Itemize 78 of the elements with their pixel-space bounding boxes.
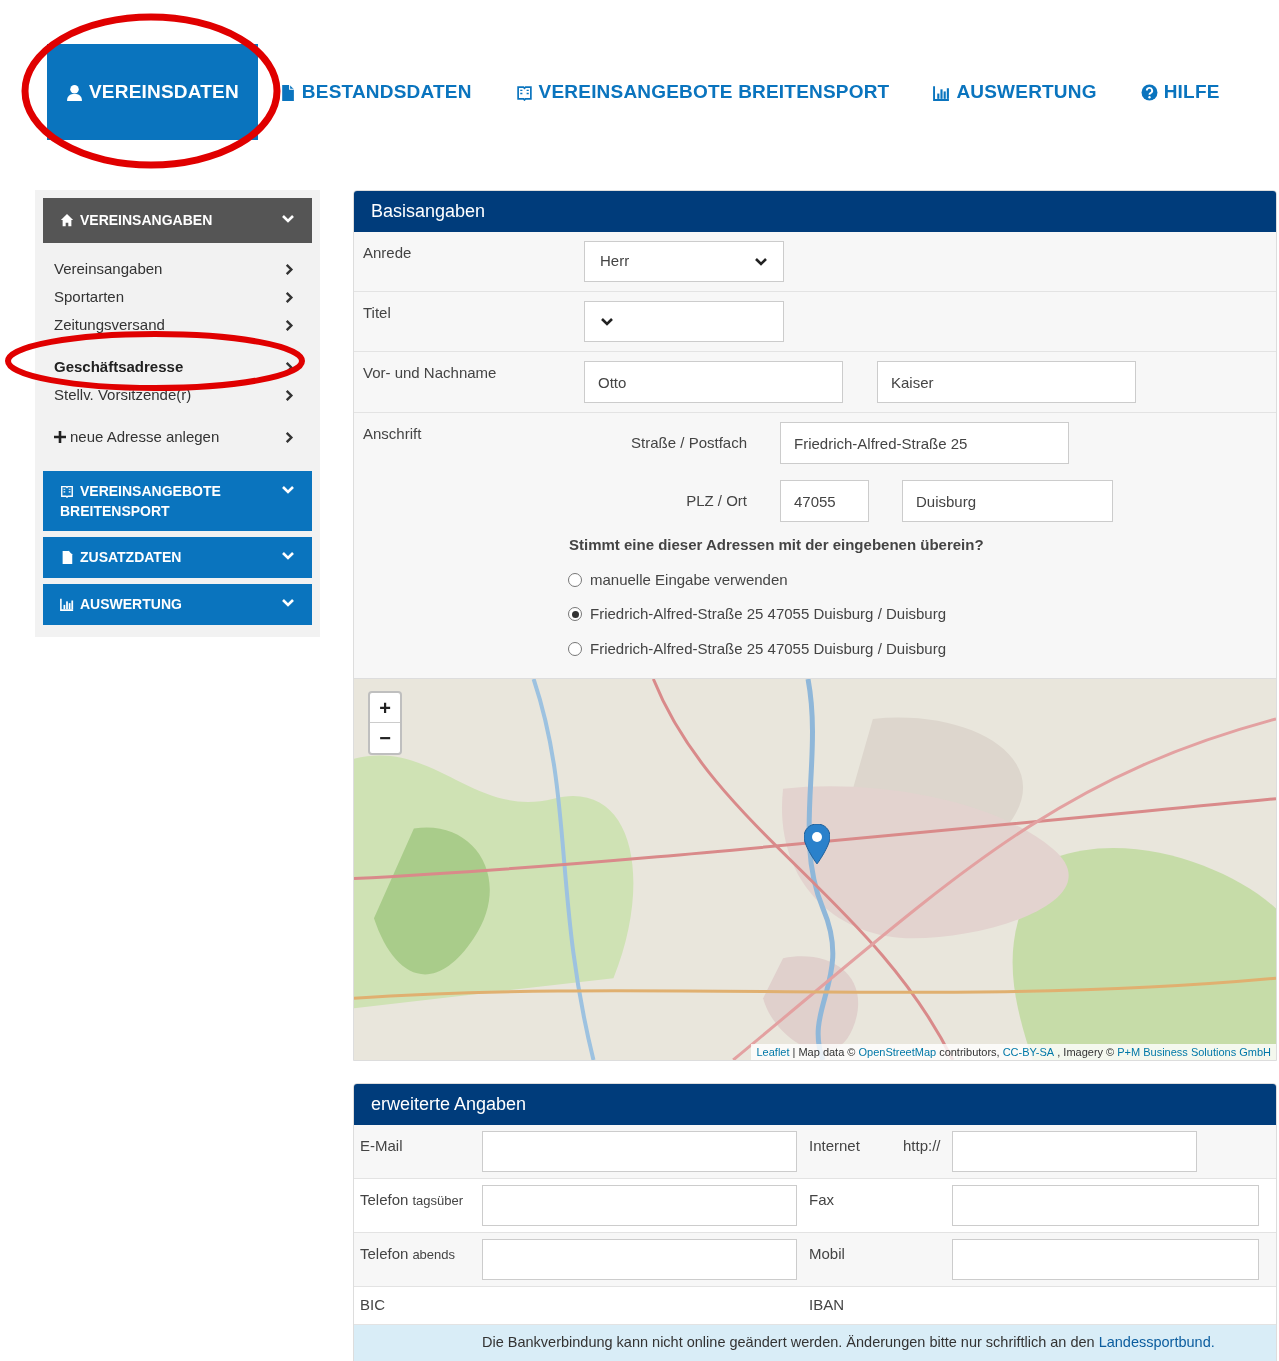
- sidebar-link[interactable]: Vereinsangaben: [43, 255, 312, 283]
- attribution-text: , Imagery ©: [1057, 1044, 1115, 1060]
- text-input[interactable]: Friedrich-Alfred-Straße 25: [780, 422, 1069, 464]
- zoom-in-button[interactable]: +: [370, 693, 400, 723]
- radio-option[interactable]: Friedrich-Alfred-Straße 25 47055 Duisburg / Duisburg: [568, 637, 946, 660]
- nav-tab[interactable]: BESTANDSDATEN: [275, 72, 475, 112]
- radio-option[interactable]: manuelle Eingabe verwenden: [568, 568, 788, 591]
- select-field[interactable]: [584, 301, 784, 342]
- nav-tab[interactable]: VEREINSANGEBOTE BREITENSPORT: [512, 72, 893, 112]
- field-label: Titel: [362, 303, 392, 323]
- field-label: Internet: [808, 1136, 861, 1156]
- sidebar-link[interactable]: Geschäftsadresse: [43, 353, 312, 381]
- text-input[interactable]: Duisburg: [902, 480, 1113, 522]
- field-label: Straße / Postfach: [630, 432, 748, 453]
- attribution-link[interactable]: OpenStreetMap: [858, 1043, 937, 1060]
- notice-link[interactable]: Landessportbund.: [1098, 1334, 1215, 1351]
- user-icon: [66, 83, 83, 101]
- field-label: Vor- und Nachname: [362, 363, 498, 383]
- text-input[interactable]: [952, 1239, 1259, 1280]
- text-input[interactable]: [952, 1131, 1197, 1172]
- text-input[interactable]: Otto: [584, 361, 843, 403]
- text-input[interactable]: 47055: [780, 480, 869, 522]
- sidebar-section-header[interactable]: AUSWERTUNG: [43, 584, 312, 625]
- question-text: Stimmt eine dieser Adressen mit der eingebenen überein?: [568, 535, 985, 555]
- sidebar-link[interactable]: neue Adresse anlegen: [43, 423, 312, 451]
- field-label: Telefon tagsüber: [359, 1190, 464, 1210]
- sidebar-section-header[interactable]: VEREINSANGABEN: [43, 198, 312, 243]
- field-label: Telefon abends: [359, 1244, 457, 1264]
- radio-button[interactable]: [568, 572, 582, 587]
- radio-button[interactable]: [568, 641, 582, 656]
- field-label: IBAN: [809, 1295, 844, 1316]
- chevron-right-icon: [283, 262, 296, 276]
- field-label: Mobil: [808, 1244, 846, 1264]
- field-label: Fax: [808, 1190, 835, 1210]
- text-input[interactable]: [952, 1185, 1259, 1226]
- document-icon: [60, 550, 74, 564]
- sidebar-link[interactable]: Zeitungsversand: [43, 311, 312, 339]
- sidebar-section-header[interactable]: ZUSATZDATEN: [43, 537, 312, 578]
- radio-button[interactable]: [568, 607, 582, 622]
- sidebar-link[interactable]: Stellv. Vorsitzende(r): [43, 381, 312, 409]
- field-label: E-Mail: [359, 1136, 404, 1156]
- nav-tab[interactable]: AUSWERTUNG: [930, 72, 1100, 112]
- text-input[interactable]: [482, 1131, 797, 1172]
- text-input[interactable]: [482, 1239, 797, 1280]
- sidebar-section-header[interactable]: VEREINSANGEBOTE BREITENSPORT: [43, 471, 312, 531]
- attribution-link[interactable]: Leaflet: [756, 1043, 790, 1060]
- attribution-link[interactable]: P+M Business Solutions GmbH: [1117, 1043, 1271, 1060]
- map-marker-icon[interactable]: [804, 824, 830, 864]
- chevron-right-icon: [283, 430, 296, 444]
- bar-chart-icon: [933, 83, 951, 101]
- panel-title: erweiterte Angaben: [354, 1084, 1276, 1125]
- text-input[interactable]: [482, 1185, 797, 1226]
- select-field[interactable]: Herr: [584, 241, 784, 282]
- sidebar-link[interactable]: Sportarten: [43, 283, 312, 311]
- book-icon: [60, 484, 74, 498]
- help-icon: [1140, 83, 1158, 101]
- nav-tab[interactable]: VEREINSDATEN: [47, 44, 258, 140]
- field-label: BIC: [359, 1295, 386, 1316]
- plus-icon: [54, 430, 66, 443]
- attribution-text: | Map data ©: [792, 1044, 856, 1060]
- field-label: PLZ / Ort: [685, 490, 748, 511]
- book-icon: [515, 83, 533, 101]
- field-label: Anschrift: [362, 424, 423, 444]
- zoom-out-button[interactable]: −: [370, 723, 400, 753]
- nav-tab[interactable]: HILFE: [1137, 72, 1223, 112]
- radio-option[interactable]: Friedrich-Alfred-Straße 25 47055 Duisburg / Duisburg: [568, 603, 946, 626]
- url-prefix: http://: [903, 1136, 942, 1156]
- attribution-text: contributors,: [939, 1044, 1000, 1060]
- panel-title: Basisangaben: [354, 191, 1276, 232]
- chevron-right-icon: [283, 318, 296, 332]
- chevron-right-icon: [283, 290, 296, 304]
- field-label: Anrede: [362, 243, 413, 263]
- text-input[interactable]: Kaiser: [877, 361, 1136, 403]
- chevron-right-icon: [283, 388, 296, 402]
- notice-text: Die Bankverbindung kann nicht online geändert werden. Änderungen bitte nur schriftlich an den Landessportbund.: [482, 1333, 1215, 1353]
- home-icon: [60, 213, 74, 227]
- bar-chart-icon: [60, 597, 74, 611]
- attribution-link[interactable]: CC-BY-SA: [1002, 1043, 1055, 1060]
